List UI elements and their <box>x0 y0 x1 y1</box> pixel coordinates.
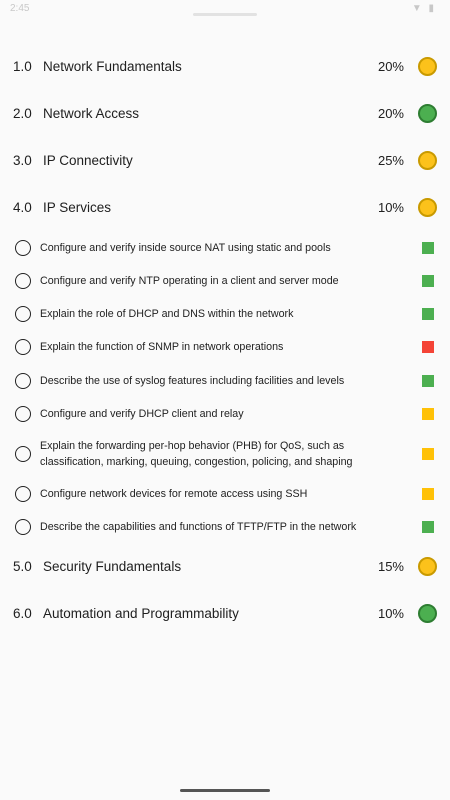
topic-text: Configure and verify NTP operating in a … <box>40 274 339 287</box>
section-title: Security Fundamentals <box>43 559 182 574</box>
status-square-icon <box>422 447 434 460</box>
section-row-2[interactable]: 2.0 Network Access 20% <box>0 90 450 137</box>
section-title: IP Services <box>43 200 112 215</box>
section-title: Automation and Programmability <box>43 606 239 621</box>
status-dot-icon <box>418 57 437 76</box>
status-square-icon <box>422 241 434 254</box>
topic-row[interactable]: Explain the role of DHCP and DNS within … <box>0 297 450 330</box>
topic-text: Explain the role of DHCP and DNS within … <box>40 307 294 320</box>
status-dot-icon <box>418 557 437 576</box>
status-square-icon <box>422 407 434 420</box>
topic-text: Configure and verify inside source NAT u… <box>40 241 331 254</box>
section-title: IP Connectivity <box>43 153 133 168</box>
radio-button[interactable] <box>15 485 31 502</box>
status-bar: 2:45 ▼ ▮ <box>0 0 450 20</box>
section-number: 3.0 <box>13 153 32 168</box>
topic-row[interactable]: Configure and verify inside source NAT u… <box>0 231 450 264</box>
radio-button[interactable] <box>15 518 31 535</box>
section-number: 5.0 <box>13 559 32 574</box>
section-number: 6.0 <box>13 606 32 621</box>
section-weight: 10% <box>377 200 404 215</box>
status-square-icon <box>422 520 434 533</box>
topic-list: Configure and verify inside source NAT u… <box>0 231 450 543</box>
topic-text: Describe the use of syslog features incl… <box>40 374 345 387</box>
section-weight: 25% <box>377 153 404 168</box>
section-row-4[interactable]: 4.0 IP Services 10% <box>0 184 450 231</box>
section-row-5[interactable]: 5.0 Security Fundamentals 15% <box>0 543 450 590</box>
status-icons: ▼ ▮ <box>411 3 436 14</box>
section-row-6[interactable]: 6.0 Automation and Programmability 10% <box>0 590 450 637</box>
topic-text: Configure network devices for remote acc… <box>40 487 308 500</box>
section-weight: 20% <box>377 106 404 121</box>
status-dot-icon <box>418 604 437 623</box>
status-square-icon <box>422 487 434 500</box>
radio-button[interactable] <box>15 339 31 355</box>
status-square-icon <box>422 341 434 353</box>
section-title: Network Fundamentals <box>43 59 182 74</box>
gesture-nav-bar[interactable] <box>180 789 270 792</box>
topic-row[interactable]: Describe the use of syslog features incl… <box>0 364 450 397</box>
status-dot-icon <box>418 198 437 217</box>
status-dot-icon <box>418 151 437 170</box>
topic-text: Describe the capabilities and functions … <box>40 520 357 533</box>
status-square-icon <box>422 307 434 320</box>
radio-button[interactable] <box>15 405 31 422</box>
radio-button[interactable] <box>15 305 31 322</box>
topic-row[interactable]: Explain the forwarding per-hop behavior … <box>0 430 450 477</box>
topic-row[interactable]: Configure network devices for remote acc… <box>0 477 450 510</box>
section-number: 1.0 <box>13 59 32 74</box>
topic-row[interactable]: Explain the function of SNMP in network … <box>0 330 450 364</box>
status-time: 2:45 <box>10 3 30 14</box>
section-number: 4.0 <box>13 200 32 215</box>
section-row-1[interactable]: 1.0 Network Fundamentals 20% <box>0 43 450 90</box>
section-weight: 10% <box>377 606 404 621</box>
topic-text: Explain the forwarding per-hop behavior … <box>40 439 353 468</box>
radio-button[interactable] <box>15 372 31 389</box>
section-number: 2.0 <box>13 106 32 121</box>
status-square-icon <box>422 374 434 387</box>
status-dot-icon <box>418 104 437 123</box>
section-list: 1.0 Network Fundamentals 20% 2.0 Network… <box>0 43 450 637</box>
section-weight: 20% <box>377 59 404 74</box>
radio-button[interactable] <box>15 239 31 256</box>
topic-text: Configure and verify DHCP client and rel… <box>40 407 244 420</box>
section-weight: 15% <box>377 559 404 574</box>
status-square-icon <box>422 274 434 287</box>
radio-button[interactable] <box>15 445 31 462</box>
radio-button[interactable] <box>15 272 31 289</box>
topic-row[interactable]: Configure and verify NTP operating in a … <box>0 264 450 297</box>
topic-row[interactable]: Configure and verify DHCP client and rel… <box>0 397 450 430</box>
section-row-3[interactable]: 3.0 IP Connectivity 25% <box>0 137 450 184</box>
section-title: Network Access <box>43 106 140 121</box>
topic-row[interactable]: Describe the capabilities and functions … <box>0 510 450 543</box>
topic-text: Explain the function of SNMP in network … <box>40 341 284 353</box>
drag-handle[interactable] <box>193 13 257 16</box>
